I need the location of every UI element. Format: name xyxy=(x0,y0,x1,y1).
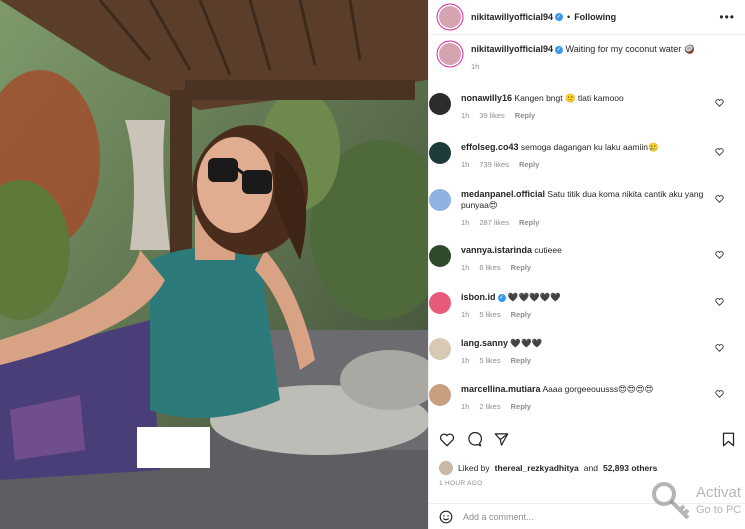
like-heart-icon[interactable] xyxy=(439,433,455,447)
comment-text: semoga dagangan ku laku aamiin🥲 xyxy=(520,142,659,152)
post-sidebar: nikitawillyofficial94 ✓ • Following ••• … xyxy=(428,0,745,529)
reply-button[interactable]: Reply xyxy=(519,160,539,169)
caption-avatar[interactable] xyxy=(439,43,461,65)
commenter-username[interactable]: marcellina.mutiara xyxy=(461,384,541,394)
commenter-avatar[interactable] xyxy=(429,384,451,406)
reply-button[interactable]: Reply xyxy=(511,402,531,411)
caption-text: Waiting for my coconut water 🥥 xyxy=(565,44,695,54)
add-comment-input[interactable]: Add a comment... xyxy=(463,512,534,522)
verified-badge-icon: ✓ xyxy=(555,45,564,54)
comment-like-heart-icon[interactable] xyxy=(715,390,724,400)
likes-count[interactable]: 52,893 others xyxy=(603,463,657,473)
verified-badge-icon: ✓ xyxy=(555,13,564,21)
reply-button[interactable]: Reply xyxy=(519,218,539,227)
comment-time: 1h xyxy=(461,356,470,365)
liker-avatar[interactable] xyxy=(439,461,453,475)
comment-likes[interactable]: 739 likes xyxy=(479,160,509,169)
comment-like-heart-icon[interactable] xyxy=(715,195,724,205)
action-bar xyxy=(439,432,509,447)
commenter-username[interactable]: effolseg.co43 xyxy=(461,142,519,152)
comment-time: 1h xyxy=(461,160,470,169)
comment-row: lang.sanny 🖤🖤🖤 1h 5 likes Reply xyxy=(429,338,724,366)
commenter-username[interactable]: medanpanel.official xyxy=(461,189,545,199)
comment-time: 1h xyxy=(461,111,470,120)
commenter-avatar[interactable] xyxy=(429,245,451,267)
comment-row: marcellina.mutiara Aaaa gorgeeouusss😍😍😍😍… xyxy=(429,384,724,412)
photo-illustration xyxy=(0,0,428,529)
reply-button[interactable]: Reply xyxy=(511,310,531,319)
comment-text: Aaaa gorgeeouusss😍😍😍😍 xyxy=(542,384,654,394)
likes-prefix: Liked by xyxy=(458,463,490,473)
caption-time: 1h xyxy=(471,62,480,71)
author-avatar[interactable] xyxy=(439,6,461,28)
comment-time: 1h xyxy=(461,218,470,227)
comment-text: 🖤🖤🖤 xyxy=(510,338,543,348)
redaction-box xyxy=(137,427,210,468)
commenter-avatar[interactable] xyxy=(429,338,451,360)
emoji-icon[interactable] xyxy=(439,510,453,524)
comment-like-heart-icon[interactable] xyxy=(715,344,724,354)
comment-likes[interactable]: 6 likes xyxy=(479,263,500,272)
comment-like-heart-icon[interactable] xyxy=(715,148,724,158)
caption-username[interactable]: nikitawillyofficial94 xyxy=(471,44,553,54)
comment-text: cutieee xyxy=(534,245,562,255)
comment-likes[interactable]: 5 likes xyxy=(479,356,500,365)
verified-badge-icon: ✓ xyxy=(497,293,506,302)
comment-like-heart-icon[interactable] xyxy=(715,99,724,109)
comment-time: 1h xyxy=(461,402,470,411)
comment-time: 1h xyxy=(461,310,470,319)
comment-like-heart-icon[interactable] xyxy=(715,298,724,308)
comment-text: Kangen bngt 🙂 tlati kamooo xyxy=(514,93,624,103)
comment-likes[interactable]: 287 likes xyxy=(479,218,509,227)
comment-bubble-icon[interactable] xyxy=(467,432,482,447)
reply-button[interactable]: Reply xyxy=(511,263,531,272)
comment-time: 1h xyxy=(461,263,470,272)
comment-row: isbon.id ✓ 🖤🖤🖤🖤🖤 1h 5 likes Reply xyxy=(429,292,724,320)
commenter-avatar[interactable] xyxy=(429,292,451,314)
instagram-post: nikitawillyofficial94 ✓ • Following ••• … xyxy=(0,0,745,529)
commenter-avatar[interactable] xyxy=(429,93,451,115)
comment-row: effolseg.co43 semoga dagangan ku laku aa… xyxy=(429,142,724,170)
comment-row: nonawilly16 Kangen bngt 🙂 tlati kamooo 1h… xyxy=(429,93,724,121)
post-time: 1 HOUR AGO xyxy=(439,480,483,487)
likes-mid: and xyxy=(583,463,598,473)
post-header: nikitawillyofficial94 ✓ • Following ••• xyxy=(429,0,745,35)
commenter-avatar[interactable] xyxy=(429,142,451,164)
liker-username[interactable]: thereal_rezkyadhitya xyxy=(495,463,579,473)
reply-button[interactable]: Reply xyxy=(515,111,535,120)
comment-likes[interactable]: 39 likes xyxy=(479,111,504,120)
comment-text: 🖤🖤🖤🖤🖤 xyxy=(507,292,561,302)
save-bookmark-icon[interactable] xyxy=(722,432,735,452)
post-photo[interactable] xyxy=(0,0,428,529)
comment-likes[interactable]: 5 likes xyxy=(479,310,500,319)
commenter-username[interactable]: lang.sanny xyxy=(461,338,508,348)
more-options-icon[interactable]: ••• xyxy=(719,10,735,24)
comment-row: medanpanel.official Satu titik dua koma … xyxy=(429,189,724,228)
caption: nikitawillyofficial94 ✓ Waiting for my co… xyxy=(439,43,735,73)
comment-like-heart-icon[interactable] xyxy=(715,251,724,261)
add-comment-bar: Add a comment... xyxy=(429,503,745,529)
comment-likes[interactable]: 2 likes xyxy=(479,402,500,411)
share-send-icon[interactable] xyxy=(494,432,509,447)
comment-row: vannya.istarinda cutieee 1h 6 likes Reply xyxy=(429,245,724,273)
commenter-username[interactable]: nonawilly16 xyxy=(461,93,512,103)
commenter-username[interactable]: vannya.istarinda xyxy=(461,245,532,255)
following-button[interactable]: Following xyxy=(574,12,616,22)
commenter-username[interactable]: isbon.id xyxy=(461,292,496,302)
author-username[interactable]: nikitawillyofficial94 xyxy=(471,12,553,22)
likes-summary: Liked by thereal_rezkyadhitya and 52,893… xyxy=(439,461,657,475)
reply-button[interactable]: Reply xyxy=(511,356,531,365)
comments-list: nikitawillyofficial94 ✓ Waiting for my co… xyxy=(429,35,745,435)
separator-dot: • xyxy=(567,12,571,22)
commenter-avatar[interactable] xyxy=(429,189,451,211)
